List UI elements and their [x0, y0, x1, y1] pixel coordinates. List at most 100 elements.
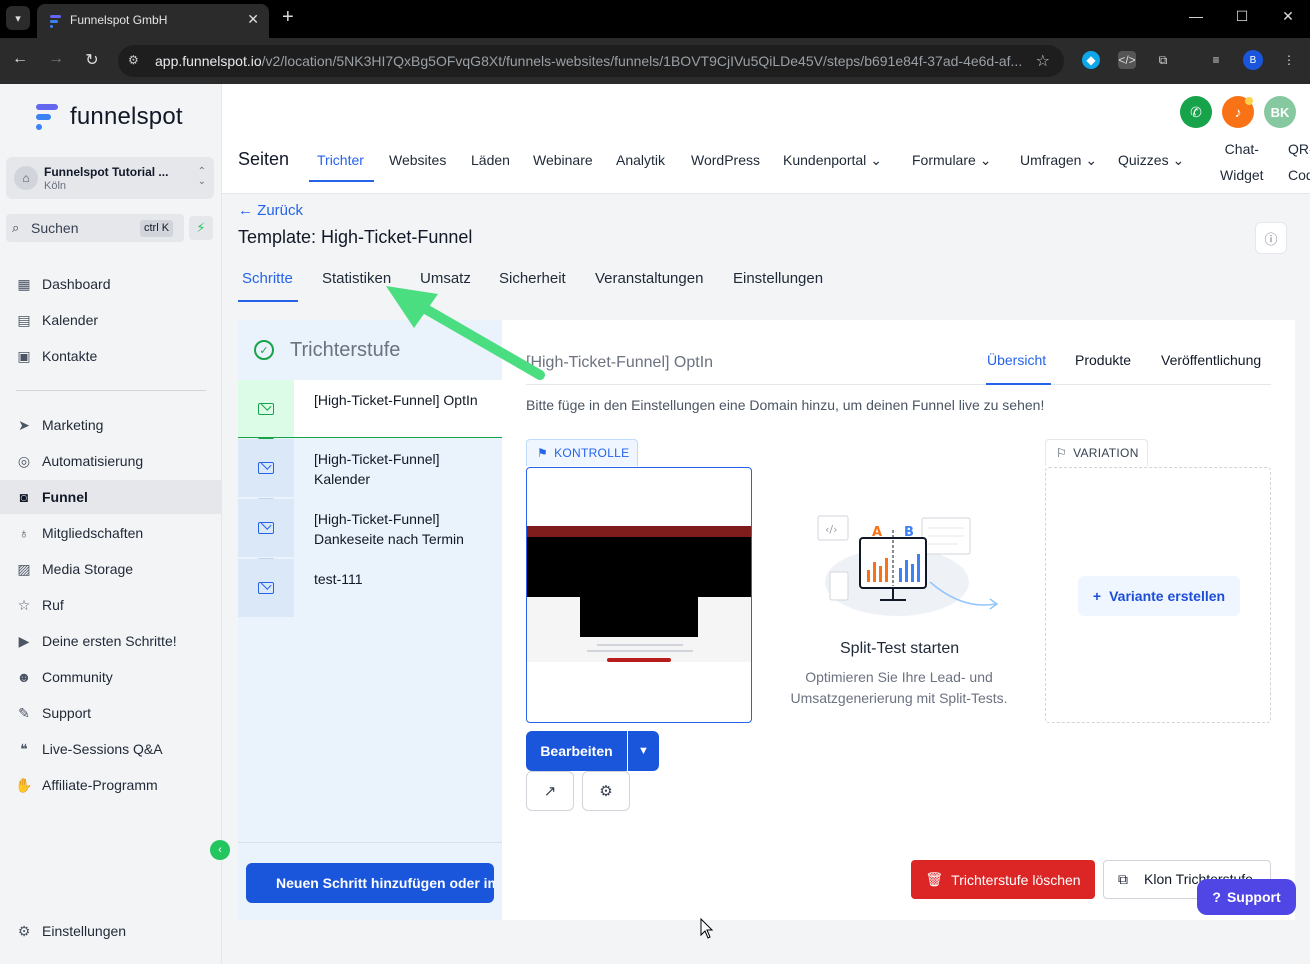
edit-dropdown-chevron-icon[interactable]: ▼ [628, 731, 659, 771]
location-switcher[interactable]: ⌂ Funnelspot Tutorial ... Köln ⌃ ⌄ [6, 157, 214, 199]
edit-button[interactable]: Bearbeiten [526, 731, 627, 771]
notification-dot [1245, 97, 1253, 105]
tab-title: Funnelspot GmbH [70, 13, 168, 27]
extensions-puzzle-icon[interactable]: ⧉ [1154, 51, 1172, 69]
funnelspot-logo-icon [36, 104, 58, 130]
nav-chat-widget[interactable]: Chat- Widget [1220, 136, 1264, 188]
plus-icon: + [1092, 588, 1102, 604]
brand-logo[interactable]: funnelspot [34, 102, 183, 132]
section-title: Seiten [238, 149, 290, 169]
new-tab-icon[interactable]: + [282, 6, 294, 28]
phone-icon[interactable]: ✆ [1180, 96, 1212, 128]
sidebar-item-erste-schritte[interactable]: ▶ Deine ersten Schritte! [0, 624, 222, 658]
chevron-updown-icon: ⌃ ⌄ [197, 166, 206, 187]
minimize-icon[interactable]: — [1186, 8, 1206, 24]
sidebar-item-automatisierung[interactable]: ◎ Automatisierung [0, 444, 222, 478]
sidebar-item-marketing[interactable]: ➤ Marketing [0, 408, 222, 442]
sidebar-item-einstellungen[interactable]: ⚙ Einstellungen [0, 914, 222, 948]
sidebar-item-ruf[interactable]: ☆ Ruf [0, 588, 222, 622]
search-input[interactable] [31, 218, 136, 238]
nav-wordpress[interactable]: WordPress [691, 152, 760, 168]
step-settings-gear-icon[interactable]: ⚙ [582, 771, 630, 811]
window-close-icon[interactable]: ✕ [1278, 8, 1298, 25]
sidebar-item-funnel[interactable]: ◙ Funnel [0, 480, 222, 514]
steps-footer: Neuen Schritt hinzufügen oder importiere… [238, 842, 502, 920]
tab-einstellungen[interactable]: Einstellungen [733, 270, 823, 287]
nav-kundenportal[interactable]: Kundenportal ⌄ [783, 152, 882, 169]
page-title: Template: High-Ticket-Funnel [238, 227, 473, 247]
media-control-icon[interactable]: ≡ [1207, 51, 1225, 69]
mail-icon [258, 522, 274, 534]
notification-bell-icon[interactable]: ♪ [1222, 96, 1254, 128]
funnel-icon: ◙ [19, 489, 29, 505]
tab-close-icon[interactable]: ✕ [247, 11, 259, 28]
url-text[interactable]: app.funnelspot.io/v2/location/5NK3HI7QxB… [155, 53, 1025, 69]
chat-icon: ❝ [20, 740, 28, 757]
reload-icon[interactable]: ↻ [82, 50, 102, 70]
extension-icon[interactable]: ◆ [1082, 51, 1100, 69]
search-box[interactable]: ⌕ ctrl K [6, 214, 184, 242]
support-button[interactable]: ? Support [1197, 879, 1296, 915]
nav-laeden[interactable]: Läden [471, 152, 510, 168]
step-detail-title: [High-Ticket-Funnel] OptIn [526, 354, 714, 371]
step-item[interactable]: [High-Ticket-Funnel] Kalender [238, 439, 502, 497]
flag-icon: ⚐ [1056, 446, 1068, 460]
location-name: Funnelspot Tutorial ... [44, 165, 169, 179]
tab-veroeffentlichung[interactable]: Veröffentlichung [1161, 352, 1261, 368]
tab-schritte[interactable]: Schritte [242, 270, 293, 287]
tab-veranstaltungen[interactable]: Veranstaltungen [595, 270, 703, 287]
sidebar-collapse-icon[interactable]: ‹ [210, 840, 230, 860]
forward-arrow-icon[interactable]: → [46, 50, 66, 68]
address-bar[interactable]: ⚙ app.funnelspot.io/v2/location/5NK3HI7Q… [118, 45, 1064, 77]
sidebar-item-media-storage[interactable]: ▨ Media Storage [0, 552, 222, 586]
funnel-steps-panel: ✓ Trichterstufe [High-Ticket-Funnel] Opt… [238, 320, 502, 920]
sidebar-item-live-sessions[interactable]: ❝ Live-Sessions Q&A [0, 732, 222, 766]
tab-produkte[interactable]: Produkte [1075, 352, 1131, 368]
step-item[interactable]: [High-Ticket-Funnel] Dankeseite nach Term… [238, 499, 502, 557]
browser-tab[interactable]: Funnelspot GmbH ✕ [37, 4, 269, 38]
location-avatar-icon: ⌂ [14, 166, 38, 190]
sidebar-item-kontakte[interactable]: ▣ Kontakte [0, 339, 222, 373]
sidebar-item-community[interactable]: ☻ Community [0, 660, 222, 694]
help-circle-icon: ? [1212, 889, 1221, 905]
step-item[interactable]: test-111 [238, 559, 502, 617]
open-external-icon[interactable]: ↗ [526, 771, 574, 811]
create-variant-button[interactable]: + Variante erstellen [1078, 576, 1240, 616]
sidebar-item-dashboard[interactable]: ▦ Dashboard [0, 267, 222, 301]
nav-websites[interactable]: Websites [389, 152, 446, 168]
site-info-icon[interactable]: ⚙ [128, 53, 139, 67]
gear-icon: ⚙ [17, 922, 31, 939]
sidebar-item-kalender[interactable]: ▤ Kalender [0, 303, 222, 337]
sidebar-item-affiliate[interactable]: ✋ Affiliate-Programm [0, 768, 222, 802]
add-step-button[interactable]: Neuen Schritt hinzufügen oder importiere… [246, 863, 494, 903]
nav-quizzes[interactable]: Quizzes ⌄ [1118, 152, 1184, 169]
maximize-icon[interactable]: ☐ [1232, 8, 1252, 25]
tab-uebersicht[interactable]: Übersicht [987, 352, 1046, 368]
calendar-icon: ▤ [17, 311, 31, 328]
profile-avatar[interactable]: B [1243, 50, 1263, 70]
control-badge: ⚑ KONTROLLE [526, 439, 639, 466]
user-avatar[interactable]: BK [1264, 96, 1296, 128]
sidebar-item-mitgliedschaften[interactable]: ♁ Mitgliedschaften [0, 516, 222, 550]
split-test-illustration: ‹/› A B [817, 515, 999, 616]
nav-webinare[interactable]: Webinare [533, 152, 593, 168]
nav-umfragen[interactable]: Umfragen ⌄ [1020, 152, 1097, 169]
nav-trichter[interactable]: Trichter [317, 152, 364, 168]
info-icon[interactable]: ⓘ [1255, 222, 1287, 254]
nav-analytik[interactable]: Analytik [616, 152, 665, 168]
tab-search-icon[interactable]: ▾ [6, 6, 30, 30]
browser-menu-icon[interactable]: ⋮ [1280, 51, 1298, 69]
variation-badge: ⚐ VARIATION [1045, 439, 1148, 466]
sidebar-item-support[interactable]: ✎ Support [0, 696, 222, 730]
bookmark-star-icon[interactable]: ☆ [1036, 51, 1050, 71]
code-extension-icon[interactable]: </> [1118, 51, 1136, 69]
search-shortcut: ctrl K [140, 220, 174, 237]
nav-qr-codes[interactable]: QR-Cod [1288, 136, 1310, 188]
delete-step-button[interactable]: 🗑 Trichterstufe löschen [911, 860, 1095, 899]
split-test-description: Optimieren Sie Ihre Lead- und Umsatzgene… [790, 669, 1008, 706]
quick-action-bolt-icon[interactable]: ⚡ [189, 216, 213, 240]
back-arrow-icon[interactable]: ← [10, 50, 30, 68]
nav-formulare[interactable]: Formulare ⌄ [912, 152, 991, 169]
back-link[interactable]: ← Zurück [238, 202, 303, 219]
control-preview-card[interactable] [526, 467, 752, 723]
